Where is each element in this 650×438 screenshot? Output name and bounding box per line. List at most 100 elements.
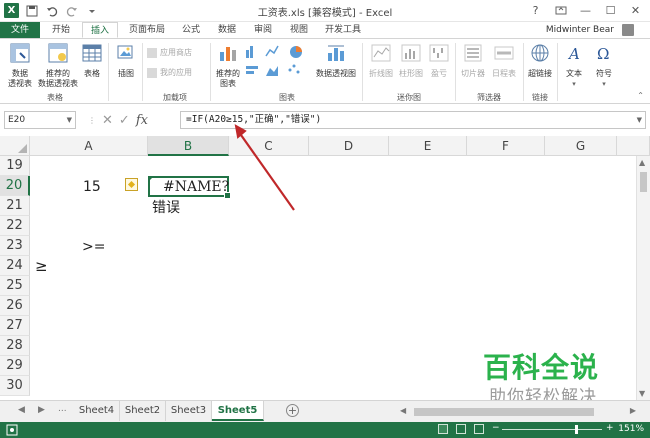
- error-warning-icon[interactable]: [125, 178, 138, 191]
- column-header-e[interactable]: E: [389, 136, 467, 156]
- row-header-30[interactable]: 30: [0, 376, 30, 396]
- insert-function-icon[interactable]: fx: [136, 113, 148, 128]
- column-header-g[interactable]: G: [545, 136, 617, 156]
- sheet-tab-bar: ◀ ▶ ... Sheet4 Sheet2 Sheet3 Sheet5 + ◀ …: [0, 400, 650, 422]
- table-button[interactable]: 表格: [80, 42, 104, 79]
- tab-formulas[interactable]: 公式: [174, 22, 208, 38]
- row-header-24[interactable]: 24: [0, 256, 30, 276]
- sheet-more-button[interactable]: ...: [58, 404, 67, 414]
- column-header-d[interactable]: D: [309, 136, 389, 156]
- column-header-c[interactable]: C: [229, 136, 309, 156]
- row-header-19[interactable]: 19: [0, 156, 30, 176]
- horizontal-scrollbar[interactable]: ◀ ▶: [400, 406, 636, 417]
- row-header-29[interactable]: 29: [0, 356, 30, 376]
- timeline-button[interactable]: 日程表: [488, 42, 520, 79]
- sheet-tab-sheet5[interactable]: Sheet5: [212, 401, 264, 421]
- vertical-scroll-thumb[interactable]: [640, 172, 647, 192]
- recommended-pivot-button[interactable]: 推荐的 数据透视表: [38, 42, 78, 89]
- scroll-left-icon[interactable]: ◀: [400, 406, 406, 415]
- column-header-f[interactable]: F: [467, 136, 545, 156]
- maximize-button[interactable]: ☐: [598, 0, 623, 20]
- cell-b20[interactable]: #NAME?: [163, 178, 229, 196]
- close-button[interactable]: ✕: [623, 0, 648, 20]
- sheet-next-icon[interactable]: ▶: [38, 405, 45, 415]
- pivot-chart-icon: [328, 45, 344, 61]
- row-header-23[interactable]: 23: [0, 236, 30, 256]
- cancel-icon[interactable]: ✕: [102, 113, 113, 128]
- column-header-a[interactable]: A: [30, 136, 148, 156]
- zoom-slider-thumb[interactable]: [575, 425, 578, 434]
- sparkline-column-button[interactable]: 柱形图: [396, 42, 426, 79]
- page-break-view-icon[interactable]: [474, 424, 484, 434]
- text-button[interactable]: A 文本 ▾: [560, 42, 588, 89]
- zoom-level[interactable]: 151%: [618, 424, 644, 434]
- cell-b21[interactable]: 错误: [152, 199, 180, 217]
- normal-view-icon[interactable]: [438, 424, 448, 434]
- row-header-21[interactable]: 21: [0, 196, 30, 216]
- tab-data[interactable]: 数据: [210, 22, 244, 38]
- sheet-tab-sheet4[interactable]: Sheet4: [74, 401, 120, 421]
- scroll-right-icon[interactable]: ▶: [630, 406, 636, 415]
- app-store-button[interactable]: 应用商店: [147, 47, 192, 58]
- illustrations-button[interactable]: 插图: [112, 42, 140, 79]
- cell-a23[interactable]: >=: [82, 238, 105, 256]
- text-icon: A: [567, 45, 580, 63]
- minimize-button[interactable]: —: [573, 0, 598, 20]
- formula-input[interactable]: =IF(A20≥15,"正确","错误") ▼: [180, 111, 646, 129]
- collapse-ribbon-icon[interactable]: ⌃: [637, 91, 644, 100]
- row-header-27[interactable]: 27: [0, 316, 30, 336]
- pivot-chart-button[interactable]: 数据透视图: [314, 42, 358, 79]
- tab-developer[interactable]: 开发工具: [318, 22, 368, 38]
- text-dropdown-icon: ▾: [572, 80, 576, 88]
- page-layout-view-icon[interactable]: [456, 424, 466, 434]
- sparkline-winloss-button[interactable]: 盈亏: [426, 42, 452, 79]
- select-all-button[interactable]: [0, 136, 30, 156]
- scroll-down-icon[interactable]: ▼: [639, 389, 645, 398]
- slicer-button[interactable]: 切片器: [458, 42, 488, 79]
- user-avatar[interactable]: [622, 24, 634, 36]
- row-header-25[interactable]: 25: [0, 276, 30, 296]
- add-sheet-icon[interactable]: +: [286, 404, 299, 417]
- enter-icon[interactable]: ✓: [119, 113, 130, 128]
- row-header-26[interactable]: 26: [0, 296, 30, 316]
- row-header-28[interactable]: 28: [0, 336, 30, 356]
- tab-home[interactable]: 开始: [42, 22, 80, 38]
- recommended-pivot-label: 推荐的 数据透视表: [38, 69, 78, 88]
- sheet-tab-sheet2[interactable]: Sheet2: [120, 401, 166, 421]
- scroll-up-icon[interactable]: ▲: [639, 158, 645, 167]
- formula-bar-grip-icon: ⋮: [88, 115, 96, 125]
- row-header-22[interactable]: 22: [0, 216, 30, 236]
- help-button[interactable]: ?: [523, 0, 548, 20]
- zoom-in-icon[interactable]: +: [606, 423, 614, 433]
- sparkline-line-button[interactable]: 折线图: [366, 42, 396, 79]
- tab-file[interactable]: 文件: [0, 22, 40, 38]
- tab-view[interactable]: 视图: [282, 22, 316, 38]
- row-header-20[interactable]: 20: [0, 176, 30, 196]
- macro-record-icon[interactable]: [6, 424, 18, 438]
- zoom-slider-track[interactable]: [502, 429, 602, 430]
- hyperlink-button[interactable]: 超链接: [526, 42, 554, 79]
- cell-a24-symbol[interactable]: ≥: [35, 257, 48, 275]
- name-box[interactable]: E20 ▼: [4, 111, 76, 129]
- column-header-partial[interactable]: [617, 136, 650, 156]
- expand-formula-icon[interactable]: ▼: [637, 112, 642, 128]
- tab-insert[interactable]: 插入: [82, 22, 118, 38]
- pivot-table-button[interactable]: 数据 透视表: [5, 42, 35, 89]
- excel-window: X 工资表.xls [兼容模式] - Excel ? — ☐ ✕ 文件 开始 插…: [0, 0, 650, 438]
- tab-page-layout[interactable]: 页面布局: [122, 22, 172, 38]
- vertical-scrollbar[interactable]: ▲ ▼: [636, 156, 650, 400]
- cell-a20[interactable]: 15: [83, 178, 101, 196]
- tab-review[interactable]: 审阅: [246, 22, 280, 38]
- user-name[interactable]: Midwinter Bear: [546, 22, 614, 38]
- my-apps-button[interactable]: 我的应用: [147, 67, 192, 78]
- restore-ribbon-button[interactable]: [548, 0, 573, 20]
- name-box-dropdown-icon[interactable]: ▼: [67, 112, 72, 128]
- zoom-out-icon[interactable]: −: [492, 423, 500, 433]
- symbol-button[interactable]: Ω 符号 ▾: [590, 42, 618, 89]
- horizontal-scroll-thumb[interactable]: [414, 408, 594, 416]
- sheet-tab-sheet3[interactable]: Sheet3: [166, 401, 212, 421]
- sheet-prev-icon[interactable]: ◀: [18, 405, 25, 415]
- recommended-charts-button[interactable]: 推荐的 图表: [214, 42, 242, 89]
- chart-type-gallery[interactable]: [244, 42, 312, 90]
- column-header-b[interactable]: B: [148, 136, 229, 156]
